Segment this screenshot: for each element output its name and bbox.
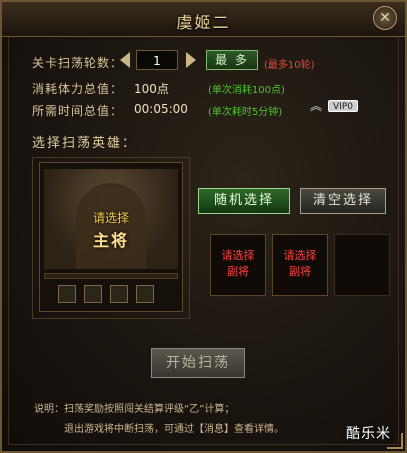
rounds-label: 关卡扫荡轮数： (32, 56, 124, 70)
equipment-slot[interactable] (84, 285, 102, 303)
deputy-slot-2[interactable]: 请选择 副将 (272, 234, 328, 296)
random-select-button[interactable]: 随机选择 (198, 188, 290, 214)
hero-progress-bar (44, 273, 178, 279)
equipment-slot[interactable] (136, 285, 154, 303)
watermark-logo: 酷乐米 (346, 426, 391, 442)
equipment-slot[interactable] (58, 285, 76, 303)
rounds-stepper[interactable]: 1 (120, 50, 196, 70)
description-line-2: 退出游戏将中断扫荡，可通过【消息】查看详情。 (64, 424, 284, 435)
start-sweep-button[interactable]: 开始扫荡 (151, 348, 245, 378)
deputy-slot-line2: 副将 (289, 265, 311, 278)
hero-portrait: 请选择 主将 (44, 169, 178, 269)
deputy-slot-line1: 请选择 (283, 249, 317, 262)
deputy-slot-line2: 副将 (227, 265, 249, 278)
deputy-slot-3[interactable] (334, 234, 390, 296)
stamina-value: 100点 (134, 82, 169, 96)
main-hero-tag-bottom: 主将 (92, 231, 129, 250)
deputy-slot-1[interactable]: 请选择 副将 (210, 234, 266, 296)
chevron-up-icon: ︽ (310, 99, 323, 113)
deputy-slot-line1: 请选择 (221, 249, 255, 262)
clear-select-button[interactable]: 清空选择 (300, 188, 386, 214)
main-hero-tag-top: 请选择 (92, 211, 129, 225)
close-icon[interactable]: ✕ (373, 6, 397, 30)
decrease-arrow-icon[interactable] (120, 52, 130, 68)
hero-silhouette (76, 183, 146, 269)
vip-indicator[interactable]: ︽ VIP0 (310, 98, 362, 114)
max-rounds-button[interactable]: 最 多 (206, 50, 258, 70)
sweep-dialog: 虞姬二 ✕ 关卡扫荡轮数： 1 最 多 (最多10轮) 消耗体力总值： 100点… (0, 0, 407, 453)
time-value: 00:05:00 (134, 102, 188, 116)
main-hero-panel[interactable]: 请选择 主将 (39, 162, 183, 312)
title-bar: 虞姬二 ✕ (2, 2, 405, 37)
description-line-1: 说明：扫荡奖励按照闯关结算评级“乙”计算； (34, 404, 235, 415)
vip-badge: VIP0 (328, 100, 358, 112)
equipment-slot[interactable] (110, 285, 128, 303)
dialog-title: 虞姬二 (176, 13, 231, 32)
time-label: 所需时间总值： (32, 104, 124, 118)
increase-arrow-icon[interactable] (186, 52, 196, 68)
stamina-note: (单次消耗100点) (208, 85, 285, 96)
select-hero-title: 选择扫荡英雄： (32, 136, 138, 151)
rounds-input[interactable]: 1 (136, 50, 178, 70)
stamina-label: 消耗体力总值： (32, 82, 124, 96)
time-note: (单次耗时5分钟) (208, 107, 283, 118)
rounds-note: (最多10轮) (264, 60, 315, 71)
